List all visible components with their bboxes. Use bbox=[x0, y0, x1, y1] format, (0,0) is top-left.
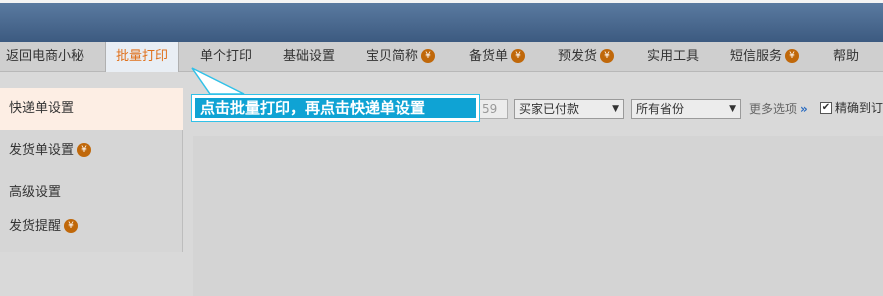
nav-item-label: 返回电商小秘 bbox=[6, 49, 85, 64]
app-header-bar bbox=[0, 0, 883, 42]
more-options-link[interactable]: 更多选项» bbox=[749, 100, 808, 117]
sidebar-item-label: 快递单设置 bbox=[9, 101, 75, 116]
order-status-select[interactable]: 买家已付款 ▼ bbox=[514, 99, 624, 119]
coin-icon: ¥ bbox=[511, 48, 526, 63]
nav-sms-service[interactable]: 短信服务 ¥ bbox=[730, 42, 800, 72]
nav-item-label: 单个打印 bbox=[200, 49, 253, 64]
coin-icon: ¥ bbox=[785, 48, 800, 63]
precise-label: 精确到订 bbox=[835, 101, 883, 115]
double-chevron-right-icon: » bbox=[800, 102, 808, 116]
callout-text: 点击批量打印，再点击快递单设置 bbox=[195, 98, 476, 118]
nav-item-label: 基础设置 bbox=[283, 49, 336, 64]
coin-icon: ¥ bbox=[600, 48, 615, 63]
sidebar-item-label: 发货单设置 bbox=[9, 143, 75, 158]
coin-icon: ¥ bbox=[64, 218, 79, 233]
checkbox-checked-icon[interactable]: ✔ bbox=[820, 101, 832, 114]
nav-item-label: 宝贝简称 bbox=[366, 49, 419, 64]
sidebar-item-label: 发货提醒 bbox=[9, 219, 62, 234]
content-panel bbox=[193, 136, 883, 296]
settings-sidebar: 快递单设置 发货单设置 ¥ 高级设置 发货提醒 ¥ bbox=[0, 88, 183, 252]
instruction-callout: 点击批量打印，再点击快递单设置 bbox=[191, 94, 480, 122]
dropdown-arrow-icon: ▼ bbox=[612, 104, 619, 114]
select-value: 买家已付款 bbox=[519, 102, 580, 116]
nav-item-label: 备货单 bbox=[469, 49, 509, 64]
nav-tools[interactable]: 实用工具 bbox=[647, 42, 699, 72]
sidebar-item-invoice[interactable]: 发货单设置 ¥ bbox=[0, 130, 183, 172]
precise-checkbox[interactable]: ✔ 精确到订 bbox=[820, 99, 883, 116]
nav-item-label: 短信服务 bbox=[730, 49, 783, 64]
province-select[interactable]: 所有省份 ▼ bbox=[631, 99, 741, 119]
main-nav: 返回电商小秘 批量打印 单个打印 基础设置 宝贝简称 ¥ 备货单 ¥ 预发货 ¥ 实用… bbox=[0, 42, 883, 72]
coin-icon: ¥ bbox=[77, 142, 92, 157]
more-options-label: 更多选项 bbox=[749, 102, 798, 116]
nav-help[interactable]: 帮助 bbox=[833, 42, 859, 72]
sidebar-item-label: 高级设置 bbox=[9, 185, 62, 200]
coin-icon: ¥ bbox=[421, 48, 436, 63]
select-value: 所有省份 bbox=[636, 102, 685, 116]
nav-item-shortname[interactable]: 宝贝简称 ¥ bbox=[366, 42, 436, 72]
nav-back-to-app[interactable]: 返回电商小秘 bbox=[6, 42, 84, 72]
nav-item-label: 批量打印 bbox=[116, 49, 169, 64]
time-input[interactable]: 59 bbox=[478, 99, 508, 119]
nav-stock-list[interactable]: 备货单 ¥ bbox=[469, 42, 526, 72]
nav-item-label: 实用工具 bbox=[647, 49, 700, 64]
nav-item-label: 帮助 bbox=[833, 49, 860, 64]
nav-basic-settings[interactable]: 基础设置 bbox=[283, 42, 335, 72]
nav-pre-ship[interactable]: 预发货 ¥ bbox=[558, 42, 615, 72]
dropdown-arrow-icon: ▼ bbox=[729, 104, 736, 114]
sidebar-item-ship-reminder[interactable]: 发货提醒 ¥ bbox=[0, 206, 183, 248]
nav-batch-print[interactable]: 批量打印 bbox=[105, 42, 180, 72]
nav-item-label: 预发货 bbox=[558, 49, 598, 64]
sidebar-item-express-slip[interactable]: 快递单设置 bbox=[0, 88, 183, 130]
